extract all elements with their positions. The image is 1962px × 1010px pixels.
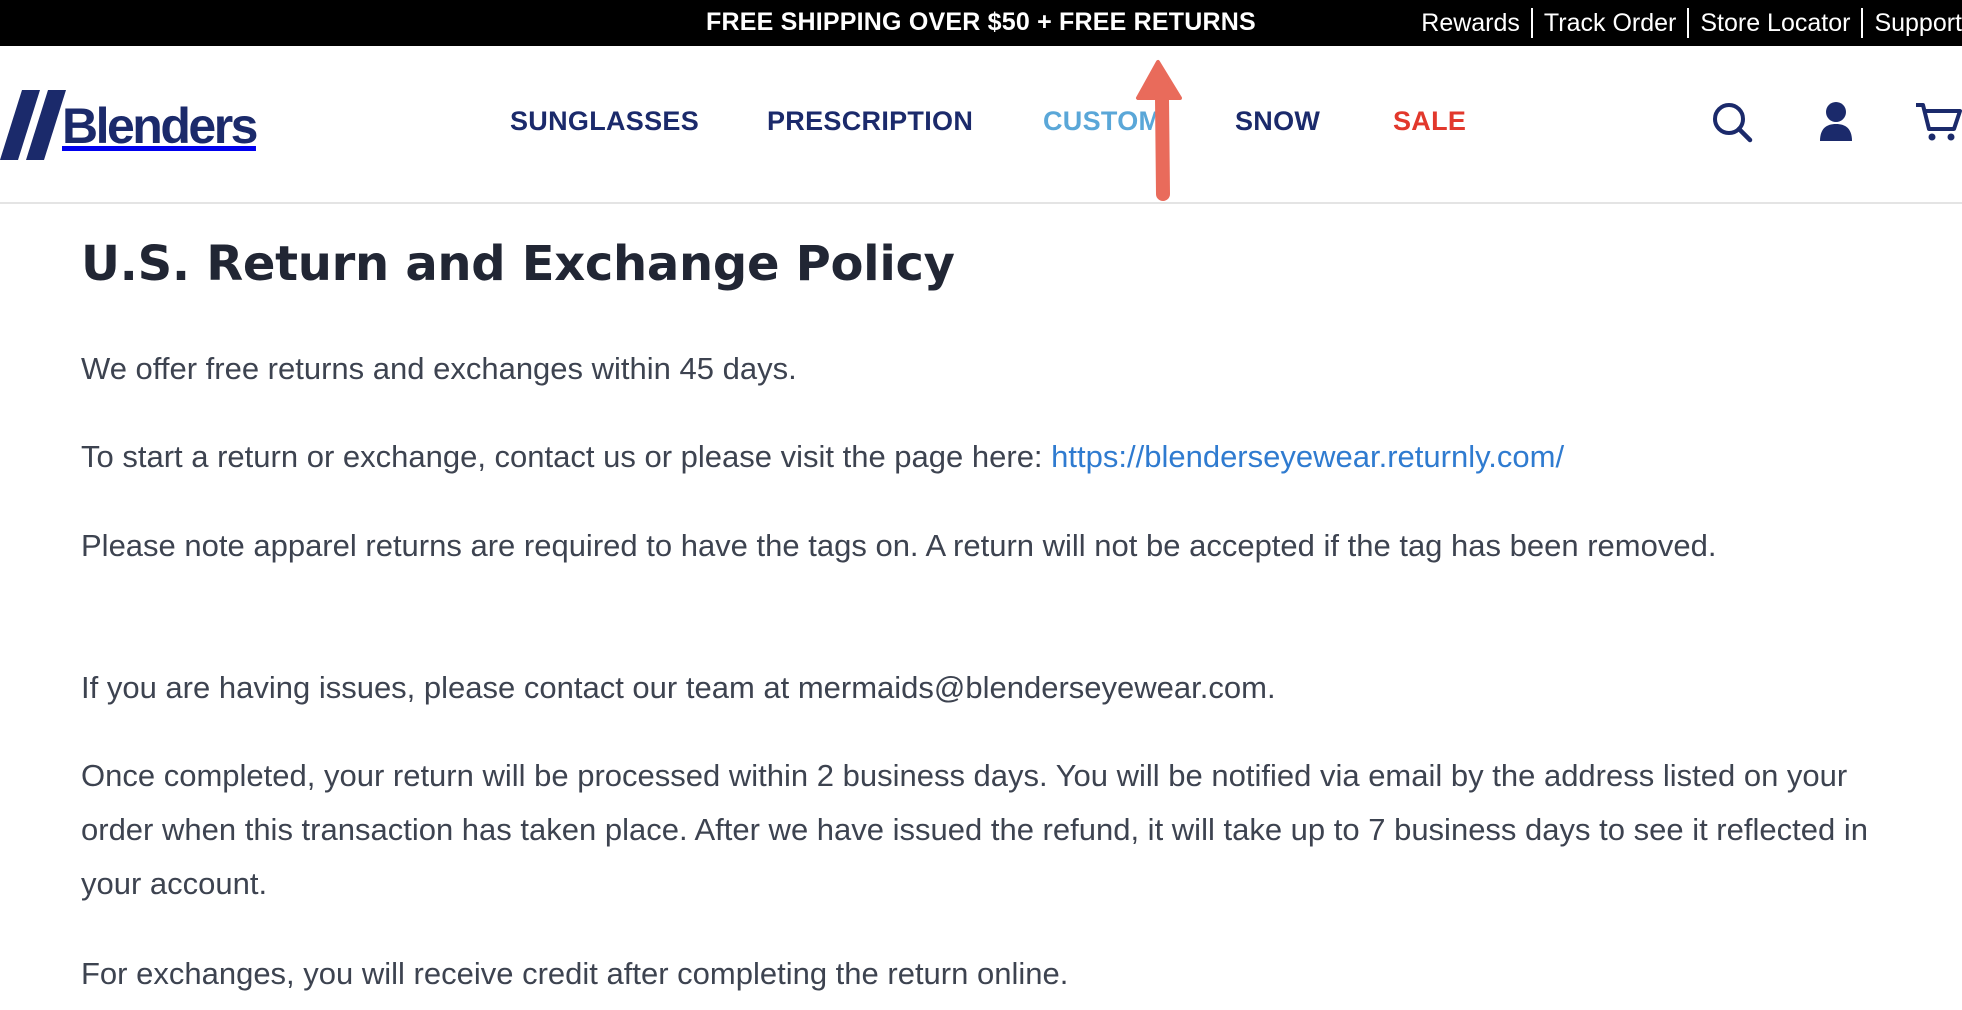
policy-content: U.S. Return and Exchange Policy We offer… bbox=[81, 230, 1901, 991]
account-button[interactable] bbox=[1812, 98, 1860, 146]
policy-paragraph-5: Once completed, your return will be proc… bbox=[81, 758, 1868, 901]
policy-paragraph-2: To start a return or exchange, contact u… bbox=[81, 430, 1871, 484]
account-icon bbox=[1820, 102, 1852, 141]
policy-paragraph-4: If you are having issues, please contact… bbox=[81, 670, 1276, 705]
search-button[interactable] bbox=[1708, 98, 1756, 146]
promo-text: FREE SHIPPING OVER $50 + FREE RETURNS bbox=[706, 8, 1256, 36]
store-locator-link[interactable]: Store Locator bbox=[1687, 8, 1861, 38]
nav-sunglasses[interactable]: SUNGLASSES bbox=[510, 106, 699, 137]
cart-button[interactable] bbox=[1914, 98, 1962, 146]
support-link[interactable]: Support bbox=[1861, 8, 1962, 38]
main-nav: SUNGLASSES PRESCRIPTION CUSTOM SNOW SALE bbox=[0, 46, 1962, 204]
utility-links: Rewards Track Order Store Locator Suppor… bbox=[1410, 0, 1962, 46]
nav-custom[interactable]: CUSTOM bbox=[1043, 106, 1161, 137]
announcement-bar: FREE SHIPPING OVER $50 + FREE RETURNS Re… bbox=[0, 0, 1962, 46]
nav-prescription[interactable]: PRESCRIPTION bbox=[767, 106, 973, 137]
track-order-link[interactable]: Track Order bbox=[1530, 8, 1687, 38]
site-header: Blenders SUNGLASSES PRESCRIPTION CUSTOM … bbox=[0, 46, 1962, 204]
policy-paragraph-2-text: To start a return or exchange, contact u… bbox=[81, 439, 1052, 474]
search-icon bbox=[1713, 103, 1753, 143]
rewards-link[interactable]: Rewards bbox=[1410, 8, 1531, 38]
page-title: U.S. Return and Exchange Policy bbox=[81, 236, 955, 292]
policy-paragraph-3: Please note apparel returns are required… bbox=[81, 528, 1717, 563]
nav-sale[interactable]: SALE bbox=[1393, 106, 1466, 137]
nav-snow[interactable]: SNOW bbox=[1235, 106, 1320, 137]
returnly-link[interactable]: https://blenderseyewear.returnly.com/ bbox=[1051, 439, 1564, 474]
cart-icon bbox=[1916, 103, 1962, 141]
policy-paragraph-1: We offer free returns and exchanges with… bbox=[81, 351, 797, 386]
policy-paragraph-6: For exchanges, you will receive credit a… bbox=[81, 956, 1069, 991]
